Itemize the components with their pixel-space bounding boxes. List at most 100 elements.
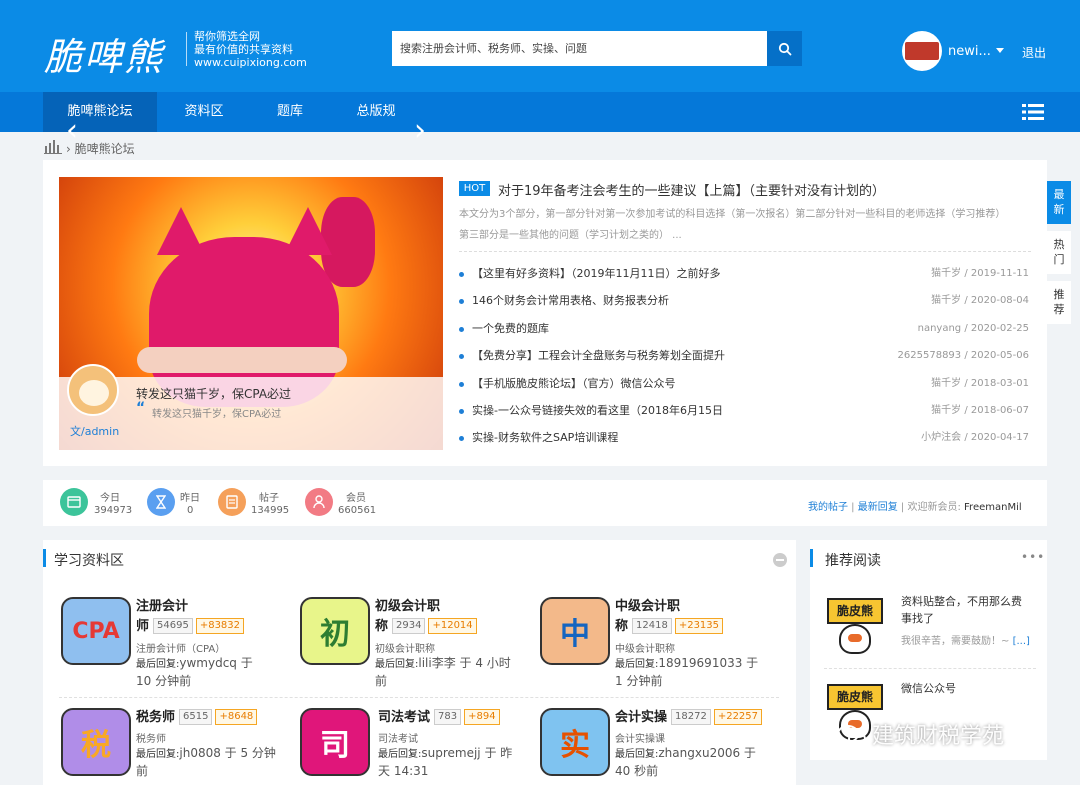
forum-name-text: 师 (136, 619, 150, 634)
list-item: 实操-一公众号链接失效的看这里（2018年6月15日 猫千岁 / 2018-06-… (459, 400, 1031, 427)
stat-label: 帖子 (259, 493, 279, 504)
recommended-post-title[interactable]: 微信公众号 (901, 680, 956, 697)
last-reply-text[interactable]: lili李李 于 4 小时 (418, 656, 510, 670)
list-item: 【免费分享】工程会计全盘账务与税务筹划全面提升 2625578893 / 2020… (459, 345, 1031, 372)
new-count-badge: +8648 (215, 709, 258, 725)
user-menu-caret-icon[interactable] (996, 48, 1004, 53)
new-count-badge: +22257 (713, 709, 763, 725)
last-reply-time: 天 14:31 (378, 764, 429, 778)
bullet-icon (459, 272, 464, 277)
forum-description: 税务师 (136, 734, 166, 745)
nav-item-question-bank[interactable]: 题库 (260, 92, 320, 132)
hourglass-icon (147, 488, 175, 516)
forum-name[interactable]: 司法考试 783 +894 (378, 708, 500, 728)
forum-name-text: 司法考试 (378, 710, 431, 725)
last-reply-time: 40 秒前 (615, 764, 659, 778)
list-item: 实操-财务软件之SAP培训课程 小炉注会 / 2020-04-17 (459, 427, 1031, 454)
list-item: 【这里有好多资料】（2019年11月11日）之前好多 猫千岁 / 2019-11-… (459, 263, 1031, 290)
last-reply-text[interactable]: jh0808 于 5 分钟 (179, 746, 276, 760)
username[interactable]: newi... (948, 44, 991, 59)
post-title[interactable]: 146个财务会计常用表格、财务报表分析 (472, 290, 669, 312)
cat-mascot-icon (839, 624, 871, 654)
collapse-icon[interactable] (773, 553, 787, 567)
latest-reply-link[interactable]: 最新回复 (858, 502, 898, 513)
forum-name[interactable]: 中级会计职称 12418 +23135 (615, 597, 724, 637)
slider-next-icon[interactable]: › (414, 113, 426, 148)
welcome-text: 欢迎新会员: (907, 502, 961, 513)
author-avatar[interactable] (67, 364, 119, 416)
read-more-link[interactable]: [...] (1013, 636, 1030, 647)
search-input[interactable] (392, 31, 767, 66)
slide-author[interactable]: 文/admin (70, 423, 119, 439)
nav-item-forum[interactable]: 脆啤熊论坛 (43, 92, 157, 132)
stat-label: 今日 (100, 493, 120, 504)
nav-item-resources[interactable]: 资料区 (170, 92, 238, 132)
slider-prev-icon[interactable]: ‹ (66, 113, 78, 148)
recommended-post-title[interactable]: 资料贴整合，不用那么费 事找了 (901, 593, 1022, 627)
junior-accountant-icon[interactable]: 初 (300, 597, 370, 665)
thread-count-badge: 18272 (671, 709, 711, 725)
more-icon[interactable]: ••• (1021, 550, 1045, 564)
intermediate-accountant-icon[interactable]: 中 (540, 597, 610, 665)
calendar-today-icon (60, 488, 88, 516)
forum-description: 会计实操课 (615, 734, 665, 745)
my-posts-link[interactable]: 我的帖子 (808, 502, 848, 513)
quote-icon: “ (136, 400, 146, 416)
tab-latest[interactable]: 最新 (1047, 181, 1071, 224)
section-accent (43, 549, 46, 567)
list-menu-icon[interactable] (1022, 103, 1044, 121)
bullet-icon (459, 326, 464, 332)
last-reply-label: 最后回复: (615, 659, 659, 670)
last-reply-text[interactable]: zhangxu2006 于 (658, 746, 756, 760)
post-meta: 猫千岁 / 2020-08-04 (931, 295, 1029, 307)
last-reply-text[interactable]: ywmydcq 于 (179, 656, 252, 670)
last-reply-label: 最后回复: (375, 659, 419, 670)
last-reply-text[interactable]: 18919691033 于 (658, 656, 758, 670)
logout-link[interactable]: 退出 (1022, 44, 1046, 61)
main-nav: 脆啤熊论坛 资料区 题库 总版规 (0, 92, 1080, 132)
post-title[interactable]: 实操-财务软件之SAP培训课程 (472, 427, 618, 449)
divider (459, 251, 1031, 252)
post-title[interactable]: 一个免费的题库 (472, 318, 549, 340)
post-title[interactable]: 【这里有好多资料】（2019年11月11日）之前好多 (472, 263, 721, 285)
site-logo[interactable]: 脆啤熊 (44, 26, 164, 81)
tab-hot[interactable]: 热门 (1047, 231, 1071, 274)
forum-last-reply: 最后回复:18919691033 于 1 分钟前 (615, 655, 758, 690)
stat-label: 昨日 (180, 493, 200, 504)
nav-item-rules[interactable]: 总版规 (345, 92, 407, 132)
forum-name-text: 称 (615, 619, 629, 634)
forum-name[interactable]: 税务师 6515 +8648 (136, 708, 258, 728)
user-avatar[interactable] (902, 31, 942, 71)
stat-value: 134995 (251, 505, 290, 516)
forum-name[interactable]: 注册会计师 54695 +83832 (136, 597, 245, 637)
judicial-exam-icon[interactable]: 司 (300, 708, 370, 776)
cat-collar (137, 347, 347, 373)
recommended-title: 推荐阅读 (825, 553, 881, 569)
cpa-forum-icon[interactable]: CPA (61, 597, 131, 665)
post-title[interactable]: 【免费分享】工程会计全盘账务与税务筹划全面提升 (472, 345, 725, 367)
thread-count-badge: 12418 (632, 618, 672, 634)
thread-count-badge: 2934 (392, 618, 426, 634)
hot-post-title[interactable]: 对于19年备考注会考生的一些建议【上篇】（主要针对没有计划的） (498, 180, 885, 199)
accounting-practice-icon[interactable]: 实 (540, 708, 610, 776)
forum-last-reply: 最后回复:jh0808 于 5 分钟前 (136, 745, 276, 780)
list-item: 一个免费的题库 nanyang / 2020-02-25 (459, 318, 1031, 345)
last-reply-text[interactable]: supremejj 于 昨 (421, 746, 512, 760)
forum-name[interactable]: 会计实操 18272 +22257 (615, 708, 763, 728)
tab-recommended[interactable]: 推荐 (1047, 281, 1071, 324)
new-member-link[interactable]: FreemanMil (964, 502, 1022, 513)
tab-text: 荐 (1053, 303, 1065, 316)
forum-last-reply: 最后回复:lili李李 于 4 小时前 (375, 655, 511, 690)
post-thumbnail[interactable]: 脆皮熊 (827, 594, 883, 656)
slide-title[interactable]: 转发这只猫千岁，保CPA必过 (136, 385, 291, 402)
post-title[interactable]: 【手机版脆皮熊论坛】（官方）微信公众号 (472, 373, 676, 395)
logo-divider (186, 32, 187, 66)
stats-links: 我的帖子 | 最新回复 | 欢迎新会员: FreemanMil (808, 502, 1022, 513)
tax-advisor-icon[interactable]: 税 (61, 708, 131, 776)
forum-description: 初级会计职称 (375, 644, 435, 655)
slogan-url: www.cuipixiong.com (194, 56, 307, 69)
search-button[interactable] (767, 31, 802, 66)
forum-name[interactable]: 初级会计职称 2934 +12014 (375, 597, 477, 637)
breadcrumb-link[interactable]: 脆啤熊论坛 (75, 142, 135, 156)
post-title[interactable]: 实操-一公众号链接失效的看这里（2018年6月15日 (472, 400, 723, 422)
